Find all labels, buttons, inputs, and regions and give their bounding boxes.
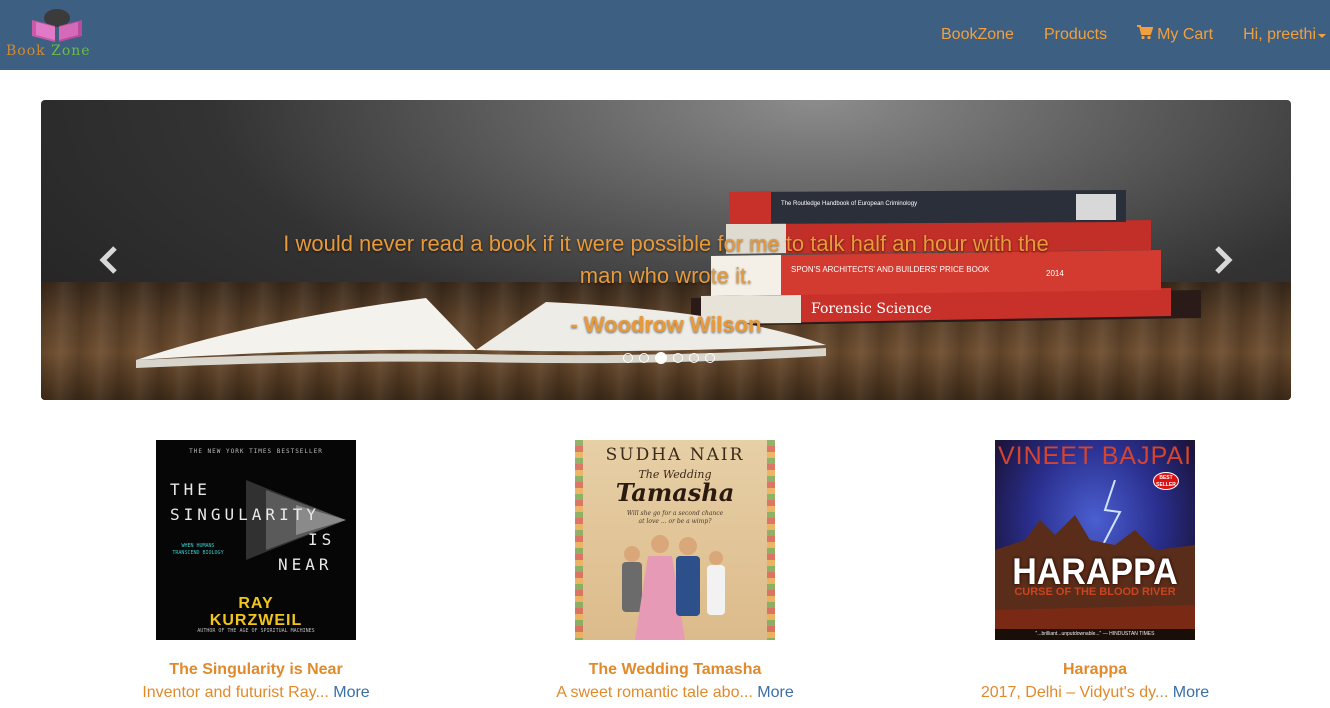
cover-author-first: RAY [238, 595, 274, 612]
cover-author: RAY KURZWEIL [156, 595, 356, 629]
cover-footer: "...brilliant...unputdownable..." — HIND… [995, 629, 1195, 640]
carousel-next-control[interactable] [1203, 240, 1243, 280]
brand-logo[interactable]: Book Zone [6, 6, 116, 64]
more-link[interactable]: More [1173, 684, 1209, 701]
carousel-indicator-4[interactable] [673, 353, 683, 363]
carousel-quote: I would never read a book if it were pos… [283, 231, 1049, 288]
product-description: 2017, Delhi – Vidyut's dy... More [895, 684, 1295, 702]
carousel-indicator-3[interactable] [655, 352, 667, 364]
nav-link-bookzone[interactable]: BookZone [926, 26, 1029, 44]
product-description-text: A sweet romantic tale abo... [556, 684, 753, 701]
product-title[interactable]: The Singularity is Near [56, 661, 456, 679]
cover-tagline: Will she go for a second chance at love … [626, 510, 724, 525]
cover-banner: THE NEW YORK TIMES BESTSELLER [189, 448, 323, 455]
product-card-wedding-tamasha: SUDHA NAIR The Wedding Tamasha Will she … [475, 440, 875, 702]
cover-footer: AUTHOR OF THE AGE OF SPIRITUAL MACHINES [197, 628, 315, 634]
shopping-cart-icon [1137, 25, 1154, 45]
product-title[interactable]: The Wedding Tamasha [475, 661, 875, 679]
spine-routledge: The Routledge Handbook of European Crimi… [781, 201, 917, 207]
cover-author: SUDHA NAIR [605, 445, 745, 465]
cover-title-line: THE [170, 480, 211, 499]
carousel-indicator-2[interactable] [639, 353, 649, 363]
product-description: A sweet romantic tale abo... More [475, 684, 875, 702]
caret-down-icon [1318, 34, 1326, 38]
cover-title: Tamasha [615, 478, 735, 507]
cover-illustration [622, 535, 725, 640]
product-card-singularity: THE NEW YORK TIMES BESTSELLER THE SINGUL… [56, 440, 456, 702]
cover-author-last: KURZWEIL [209, 612, 303, 629]
carousel-indicator-5[interactable] [689, 353, 699, 363]
brand-word-zone: Zone [51, 43, 91, 59]
cover-subtitle: WHEN HUMANS TRANSCEND BIOLOGY [172, 543, 224, 556]
cover-title-line: NEAR [278, 555, 333, 574]
cover-title-line: IS [308, 530, 336, 549]
book-cover-harappa[interactable]: VINEET BAJPAI BEST SELLER HARAPPA CURSE … [995, 440, 1195, 640]
chevron-right-icon [1215, 246, 1233, 274]
user-menu-label: Hi, preethi [1243, 26, 1316, 43]
nav-links: BookZone Products My Cart Hi, preethi [926, 0, 1330, 70]
book-cover-wedding-tamasha[interactable]: SUDHA NAIR The Wedding Tamasha Will she … [575, 440, 775, 640]
carousel-indicator-1[interactable] [623, 353, 633, 363]
product-description-text: Inventor and futurist Ray... [142, 684, 329, 701]
brand-text: Book Zone [6, 43, 91, 59]
carousel-indicators [620, 352, 718, 364]
cover-author: VINEET BAJPAI [997, 442, 1193, 470]
carousel-prev-control[interactable] [89, 240, 129, 280]
navbar: Book Zone BookZone Products My Cart Hi, … [0, 0, 1330, 70]
nav-link-cart-label: My Cart [1157, 26, 1214, 43]
more-link[interactable]: More [333, 684, 369, 701]
book-cover-singularity[interactable]: THE NEW YORK TIMES BESTSELLER THE SINGUL… [156, 440, 356, 640]
product-card-harappa: VINEET BAJPAI BEST SELLER HARAPPA CURSE … [895, 440, 1295, 702]
carousel-quote-author: - Woodrow Wilson [570, 312, 762, 337]
user-menu-dropdown[interactable]: Hi, preethi [1228, 26, 1330, 44]
product-description: Inventor and futurist Ray... More [56, 684, 456, 702]
product-description-text: 2017, Delhi – Vidyut's dy... [980, 684, 1169, 701]
product-title[interactable]: Harappa [895, 661, 1295, 679]
cover-subtitle: CURSE OF THE BLOOD RIVER [1014, 586, 1176, 598]
best-seller-badge: BEST SELLER [1153, 472, 1179, 490]
nav-link-products[interactable]: Products [1029, 26, 1122, 44]
carousel-indicator-6[interactable] [705, 353, 715, 363]
more-link[interactable]: More [757, 684, 793, 701]
chevron-left-icon [99, 246, 117, 274]
book-logo-icon [32, 9, 82, 42]
brand-word-book: Book [6, 43, 46, 59]
cover-title-line: SINGULARITY [170, 505, 320, 524]
nav-link-cart[interactable]: My Cart [1122, 25, 1228, 45]
hero-carousel: Forensic Science SPON'S ARCHITECTS' AND … [41, 100, 1291, 400]
